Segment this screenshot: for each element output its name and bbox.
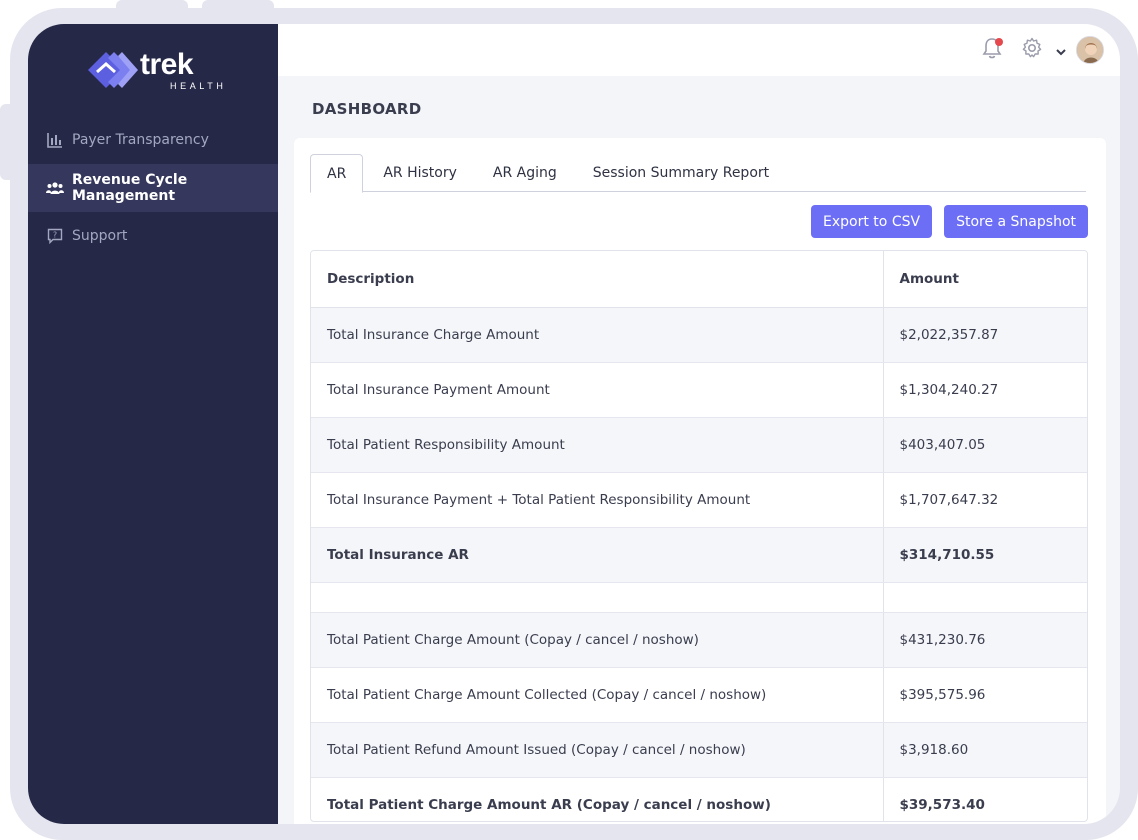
table-row: Total Patient Charge Amount Collected (C… — [311, 667, 1087, 723]
sidebar-item-support[interactable]: ? Support — [28, 212, 278, 260]
store-snapshot-button[interactable]: Store a Snapshot — [944, 205, 1088, 238]
row-amount: $314,710.55 — [882, 527, 1087, 583]
avatar[interactable] — [1076, 36, 1104, 64]
trek-logo-icon — [88, 52, 138, 88]
page-title: DASHBOARD — [312, 100, 422, 118]
sidebar: trek HEALTH Payer Transparency Revenue C… — [28, 24, 278, 824]
tab-ar-history[interactable]: AR History — [367, 154, 473, 192]
row-amount: $395,575.96 — [882, 667, 1087, 723]
row-amount: $431,230.76 — [882, 612, 1087, 668]
row-description — [311, 582, 883, 613]
chevron-down-icon — [1055, 41, 1067, 60]
row-description: Total Insurance Charge Amount — [311, 307, 883, 363]
sidebar-item-label: Support — [72, 228, 128, 244]
row-description: Total Insurance Payment + Total Patient … — [311, 472, 883, 528]
row-description: Total Patient Charge Amount (Copay / can… — [311, 612, 883, 668]
settings-button[interactable] — [1018, 36, 1046, 64]
column-header-amount: Amount — [882, 251, 1087, 308]
table-row: Total Insurance Payment + Total Patient … — [311, 472, 1087, 528]
tab-ar-aging[interactable]: AR Aging — [477, 154, 573, 192]
tab-ar[interactable]: AR — [310, 154, 364, 193]
table-row: Total Patient Charge Amount (Copay / can… — [311, 612, 1087, 668]
app-screen: trek HEALTH Payer Transparency Revenue C… — [28, 24, 1120, 824]
notifications-button[interactable] — [978, 36, 1006, 64]
row-amount: $39,573.40 — [882, 777, 1087, 821]
ar-table: Description Amount Total Insurance Charg… — [311, 251, 1087, 821]
table-header-row: Description Amount — [311, 251, 1087, 308]
export-csv-button[interactable]: Export to CSV — [811, 205, 933, 238]
top-bar — [278, 24, 1120, 76]
sidebar-item-label: Payer Transparency — [72, 132, 209, 148]
bar-chart-icon — [46, 131, 64, 149]
row-amount: $2,022,357.87 — [882, 307, 1087, 363]
table-row: Total Patient Refund Amount Issued (Copa… — [311, 722, 1087, 778]
sidebar-item-payer-transparency[interactable]: Payer Transparency — [28, 116, 278, 164]
help-chat-icon: ? — [46, 227, 64, 245]
row-amount: $1,304,240.27 — [882, 362, 1087, 418]
sidebar-item-revenue-cycle-management[interactable]: Revenue Cycle Management — [28, 164, 278, 212]
table-row-total: Total Insurance AR $314,710.55 — [311, 527, 1087, 583]
users-icon — [46, 179, 64, 197]
tablet-frame: trek HEALTH Payer Transparency Revenue C… — [10, 8, 1138, 840]
row-amount — [882, 582, 1087, 613]
notification-dot — [995, 38, 1003, 46]
brand-subtitle: HEALTH — [170, 81, 227, 91]
row-amount: $403,407.05 — [882, 417, 1087, 473]
user-menu-dropdown[interactable] — [1052, 36, 1070, 64]
gear-icon — [1020, 36, 1044, 64]
ar-table-container[interactable]: Description Amount Total Insurance Charg… — [310, 250, 1088, 822]
report-tabs: AR AR History AR Aging Session Summary R… — [310, 154, 1086, 193]
table-row: Total Insurance Payment Amount $1,304,24… — [311, 362, 1087, 418]
row-description: Total Patient Refund Amount Issued (Copa… — [311, 722, 883, 778]
row-amount: $1,707,647.32 — [882, 472, 1087, 528]
brand-logo[interactable]: trek HEALTH — [88, 48, 223, 91]
row-description: Total Insurance Payment Amount — [311, 362, 883, 418]
table-row-spacer — [311, 582, 1087, 613]
table-row: Total Patient Responsibility Amount $403… — [311, 417, 1087, 473]
tab-session-summary-report[interactable]: Session Summary Report — [577, 154, 785, 192]
brand-name: trek — [140, 48, 194, 81]
sidebar-nav: Payer Transparency Revenue Cycle Managem… — [28, 116, 278, 260]
action-buttons: Export to CSV Store a Snapshot — [811, 205, 1088, 238]
row-amount: $3,918.60 — [882, 722, 1087, 778]
svg-text:?: ? — [53, 231, 57, 240]
row-description: Total Patient Responsibility Amount — [311, 417, 883, 473]
ar-card: AR AR History AR Aging Session Summary R… — [294, 138, 1106, 824]
row-description: Total Patient Charge Amount AR (Copay / … — [311, 777, 883, 821]
table-row: Total Insurance Charge Amount $2,022,357… — [311, 307, 1087, 363]
sidebar-item-label: Revenue Cycle Management — [72, 172, 188, 204]
column-header-description: Description — [311, 251, 883, 308]
row-description: Total Insurance AR — [311, 527, 883, 583]
row-description: Total Patient Charge Amount Collected (C… — [311, 667, 883, 723]
table-row-total: Total Patient Charge Amount AR (Copay / … — [311, 777, 1087, 821]
